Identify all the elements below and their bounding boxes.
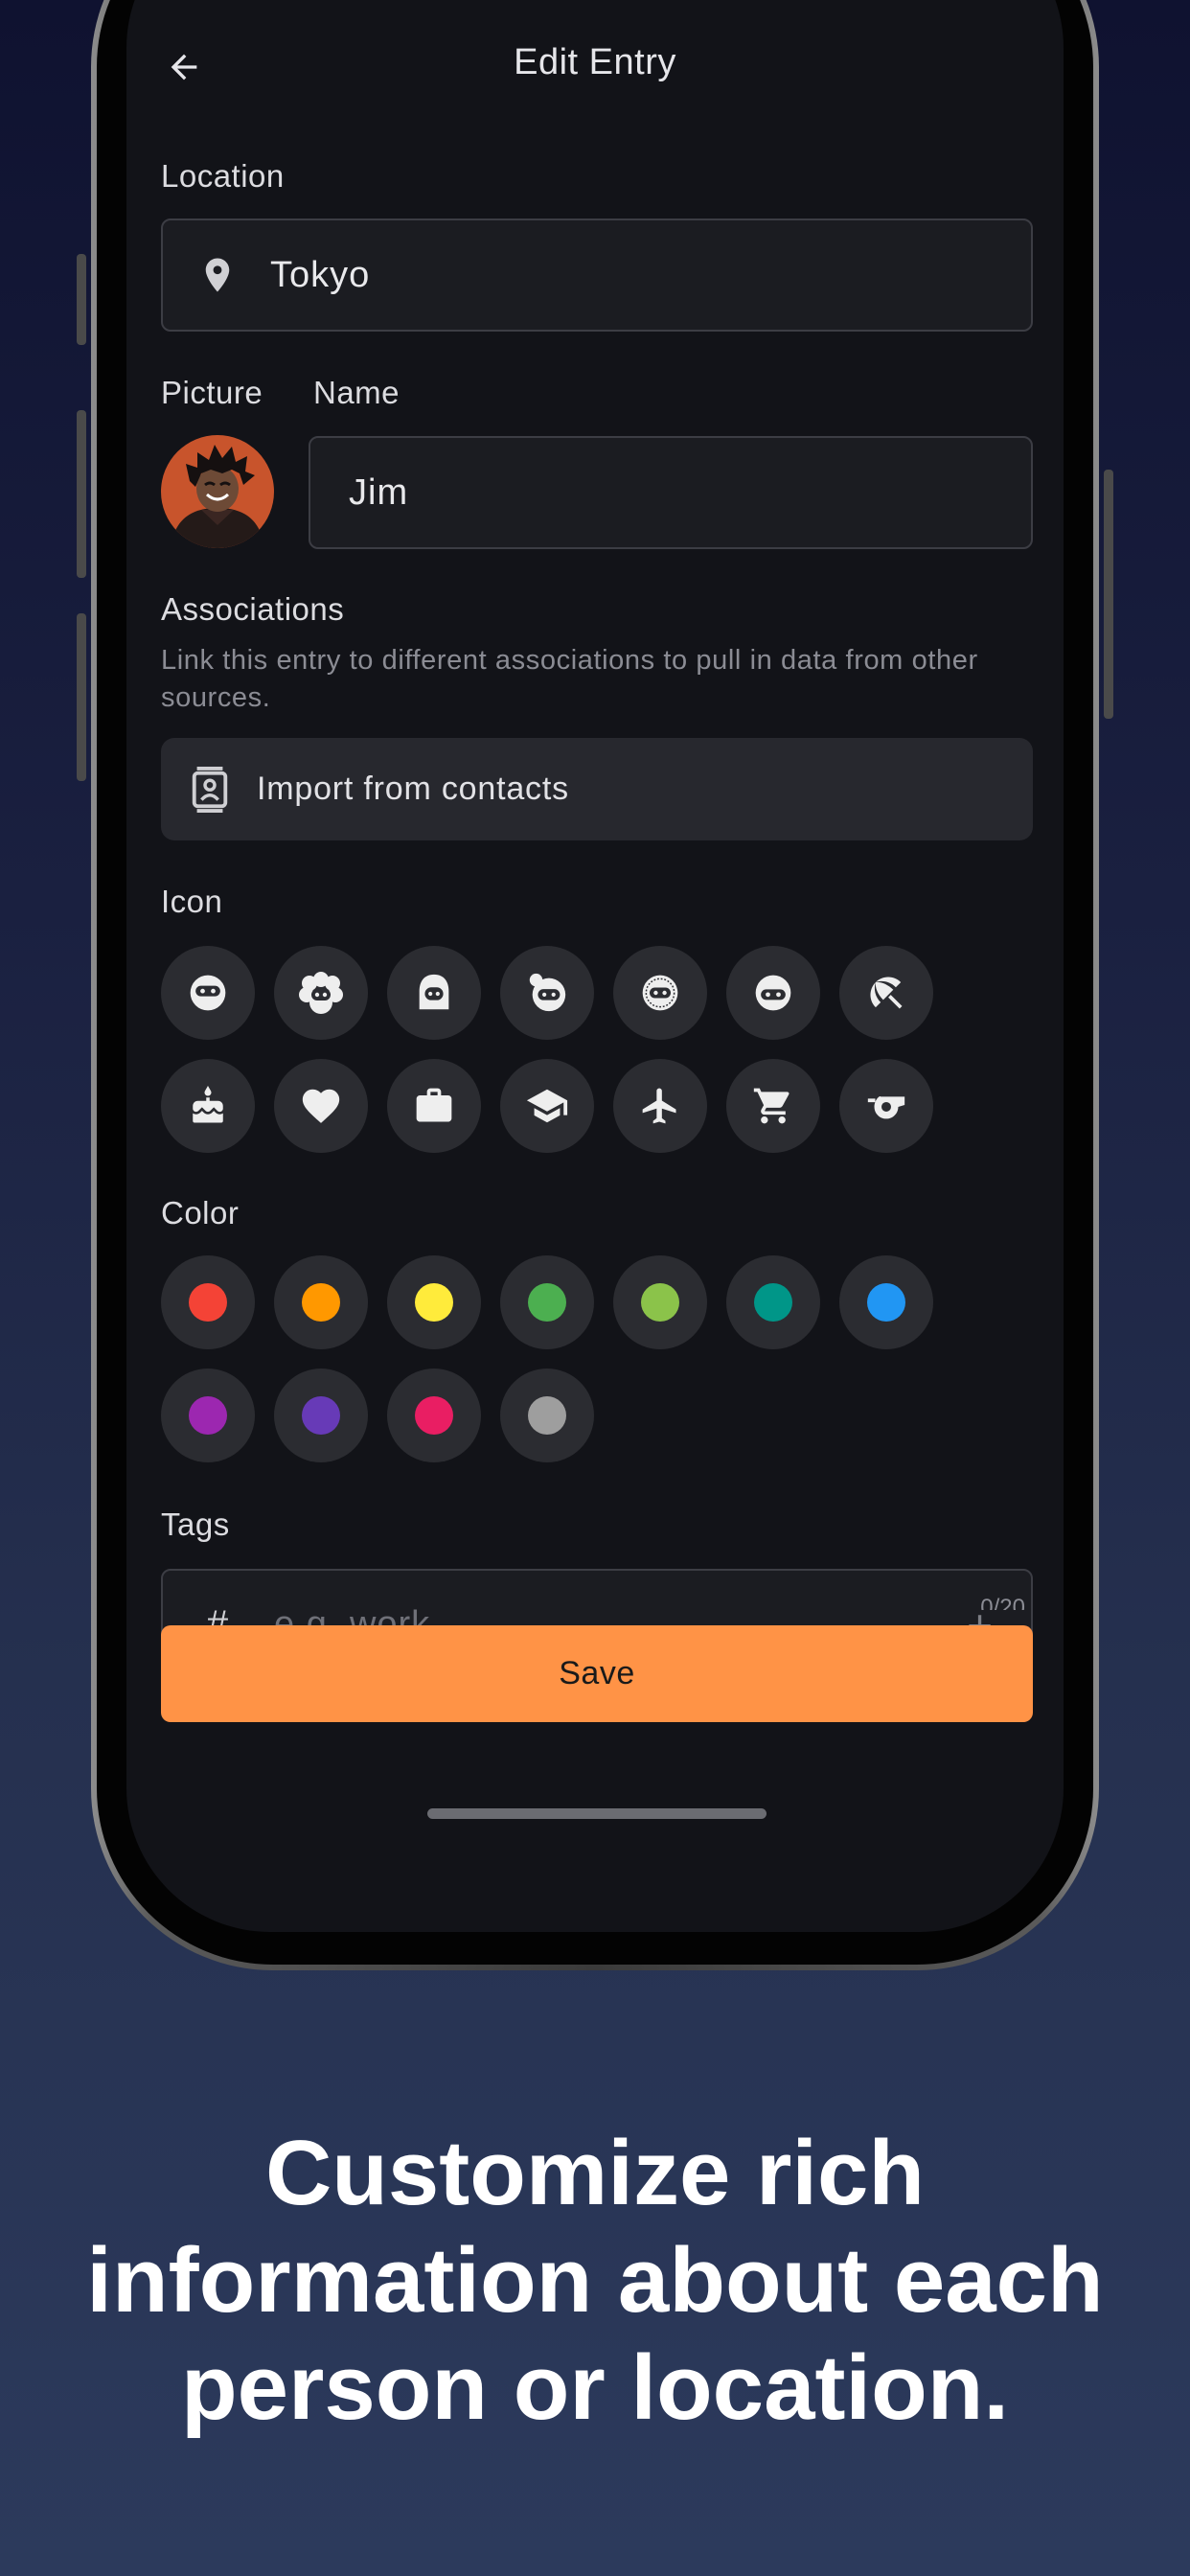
location-label: Location <box>161 158 285 194</box>
icon-label: Icon <box>161 884 223 919</box>
edit-entry-screen: Edit Entry Location Tokyo Picture Name J… <box>126 0 1064 1932</box>
page-title: Edit Entry <box>514 42 676 82</box>
color-swatch-yellow <box>415 1283 453 1322</box>
icon-option-umbrella-beach[interactable] <box>839 946 933 1040</box>
face-smile-icon <box>755 975 791 1011</box>
color-option-blue[interactable] <box>839 1255 933 1349</box>
color-option-purple[interactable] <box>161 1368 255 1462</box>
whistle-icon <box>867 1096 905 1119</box>
import-from-contacts-button[interactable]: Import from contacts <box>161 738 1033 840</box>
color-swatch-purple <box>189 1396 227 1435</box>
color-swatch-orange <box>302 1283 340 1322</box>
color-option-deep-purple[interactable] <box>274 1368 368 1462</box>
icon-option-face[interactable] <box>161 946 255 1040</box>
icon-option-heart[interactable] <box>274 1059 368 1153</box>
icon-option-face-buzz-hair[interactable] <box>613 946 707 1040</box>
contacts-icon <box>192 766 228 813</box>
avatar[interactable] <box>161 435 274 548</box>
color-swatch-green <box>528 1283 566 1322</box>
cake-icon <box>193 1086 223 1123</box>
color-label: Color <box>161 1195 240 1230</box>
umbrella-beach-icon <box>870 977 903 1009</box>
color-option-red[interactable] <box>161 1255 255 1349</box>
power-button <box>1104 470 1113 719</box>
save-button[interactable]: Save <box>161 1625 1033 1722</box>
phone-screen: Edit Entry Location Tokyo Picture Name J… <box>126 0 1064 1932</box>
picture-label: Picture <box>161 375 263 410</box>
color-option-yellow[interactable] <box>387 1255 481 1349</box>
shopping-cart-icon <box>753 1088 790 1124</box>
avatar-illustration <box>161 435 274 548</box>
color-swatch-blue <box>867 1283 905 1322</box>
heart-icon <box>302 1089 340 1123</box>
color-swatch-pink <box>415 1396 453 1435</box>
icon-option-face-bun-hair[interactable] <box>500 946 594 1040</box>
color-swatch-grey <box>528 1396 566 1435</box>
tags-counter: 0/20 <box>980 1595 1025 1610</box>
top-app-bar: Edit Entry <box>126 0 1064 134</box>
color-option-orange[interactable] <box>274 1255 368 1349</box>
tags-label: Tags <box>161 1506 230 1542</box>
face-long-hair-icon <box>419 974 449 1010</box>
location-pin-icon <box>205 258 230 292</box>
icon-option-airplane[interactable] <box>613 1059 707 1153</box>
icon-option-graduation-cap[interactable] <box>500 1059 594 1153</box>
name-label: Name <box>313 375 400 410</box>
icon-option-face-long-hair[interactable] <box>387 946 481 1040</box>
icon-option-cake[interactable] <box>161 1059 255 1153</box>
color-option-pink[interactable] <box>387 1368 481 1462</box>
associations-description: Link this entry to different association… <box>161 645 978 713</box>
color-option-teal[interactable] <box>726 1255 820 1349</box>
location-value: Tokyo <box>270 254 371 295</box>
caption-line-2: information about each <box>86 2229 1104 2332</box>
face-buzz-hair-icon <box>642 975 678 1011</box>
caption-line-3: person or location. <box>180 2336 1010 2439</box>
face-bun-hair-icon <box>529 973 566 1012</box>
color-option-light-green[interactable] <box>613 1255 707 1349</box>
face-curly-hair-icon <box>299 972 343 1014</box>
marketing-caption: Customize rich information about each pe… <box>0 2120 1190 2442</box>
color-swatch-teal <box>754 1283 792 1322</box>
location-field[interactable]: Tokyo <box>161 218 1033 332</box>
associations-label: Associations <box>161 591 345 627</box>
graduation-cap-icon <box>526 1089 568 1123</box>
home-indicator <box>427 1808 767 1819</box>
face-icon <box>190 975 226 1011</box>
icon-option-face-smile[interactable] <box>726 946 820 1040</box>
color-swatch-red <box>189 1283 227 1322</box>
briefcase-icon <box>416 1088 452 1122</box>
icon-option-whistle[interactable] <box>839 1059 933 1153</box>
color-swatch-light-green <box>641 1283 679 1322</box>
airplane-icon <box>642 1088 676 1124</box>
icon-option-face-curly-hair[interactable] <box>274 946 368 1040</box>
volume-down-button <box>77 613 86 781</box>
name-value: Jim <box>349 472 409 513</box>
icon-option-briefcase[interactable] <box>387 1059 481 1153</box>
icon-option-shopping-cart[interactable] <box>726 1059 820 1153</box>
color-swatch-deep-purple <box>302 1396 340 1435</box>
color-option-green[interactable] <box>500 1255 594 1349</box>
mute-switch <box>77 254 86 345</box>
caption-line-1: Customize rich <box>264 2122 926 2224</box>
color-option-grey[interactable] <box>500 1368 594 1462</box>
import-from-contacts-label: Import from contacts <box>257 770 569 807</box>
volume-up-button <box>77 410 86 578</box>
name-field[interactable]: Jim <box>309 436 1033 549</box>
